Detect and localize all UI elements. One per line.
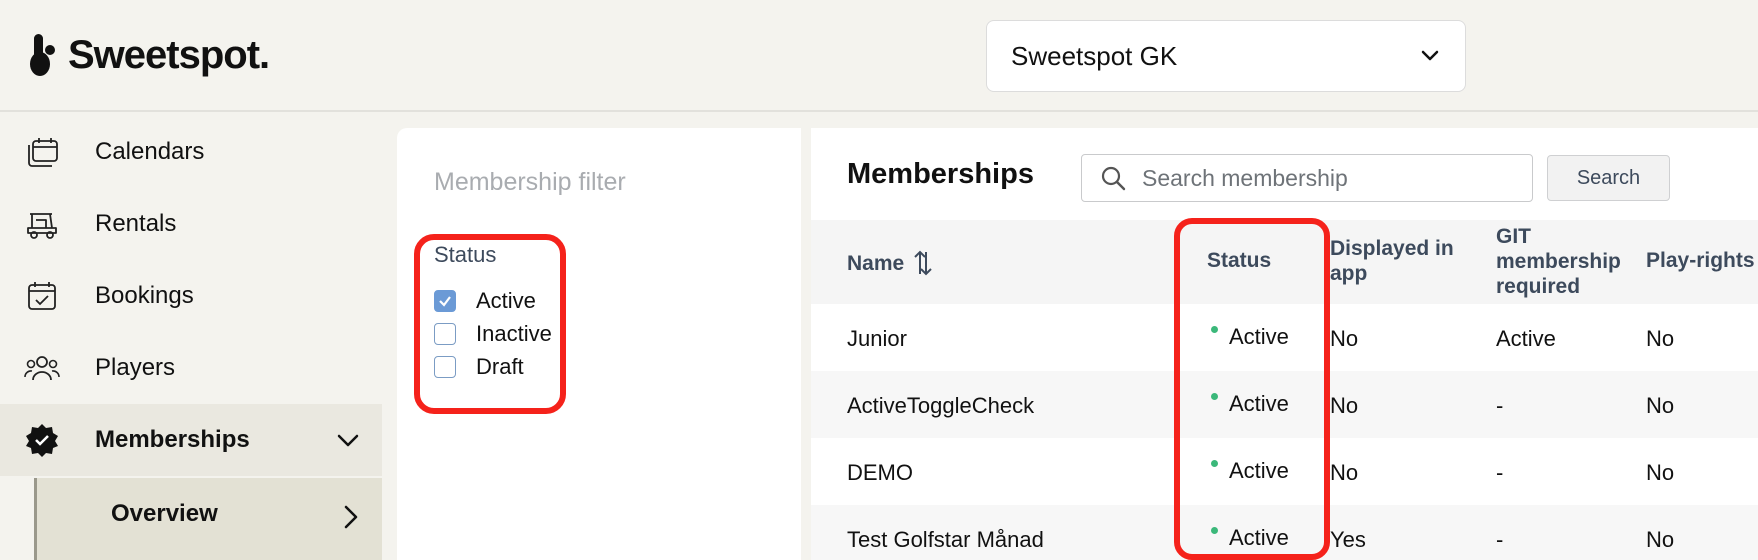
sidebar-item-label: Memberships <box>95 426 250 453</box>
users-icon <box>24 356 60 381</box>
sweetspot-logo[interactable]: Sweetspot. <box>28 32 270 78</box>
cell-play-rights: No <box>1646 326 1675 351</box>
header-line: required <box>1496 275 1581 298</box>
sidebar-item-bookings[interactable]: Bookings <box>0 260 382 332</box>
sidebar: Calendars Rentals Bookings Players Membe… <box>0 114 382 560</box>
column-displayed-header[interactable]: Displayed in app <box>1330 236 1454 286</box>
cell-play-rights: No <box>1646 460 1675 485</box>
chevron-right-icon <box>344 505 358 529</box>
badge-check-icon <box>26 424 58 457</box>
header-line: membership <box>1496 250 1621 273</box>
panel-divider <box>801 128 811 560</box>
sidebar-item-label: Bookings <box>95 282 194 309</box>
logo-text: Sweetspot. <box>68 32 270 77</box>
golf-cart-icon <box>27 213 57 239</box>
club-select-dropdown[interactable]: Sweetspot GK <box>986 20 1466 92</box>
status-filter-highlight <box>414 234 566 414</box>
cell-git: - <box>1496 393 1504 418</box>
cell-name: Test Golfstar Månad <box>847 527 1044 552</box>
cell-play-rights: No <box>1646 527 1675 552</box>
sweetspot-logo-icon <box>30 34 55 76</box>
sidebar-item-memberships[interactable]: Memberships <box>0 404 382 476</box>
calendar-check-icon <box>28 282 56 310</box>
cell-git: - <box>1496 527 1504 552</box>
column-play-rights-header[interactable]: Play-rights <box>1646 248 1755 273</box>
memberships-title: Memberships <box>847 158 1034 190</box>
cell-displayed: Yes <box>1330 527 1366 552</box>
header-line: Displayed in <box>1330 237 1454 260</box>
header-line: app <box>1330 262 1368 285</box>
top-header: Sweetspot. Sweetspot GK <box>0 0 1758 112</box>
cell-name: Junior <box>847 326 907 351</box>
cell-name: ActiveToggleCheck <box>847 393 1035 418</box>
club-select-value: Sweetspot GK <box>1011 40 1178 71</box>
search-icon <box>1101 166 1126 191</box>
sidebar-item-rentals[interactable]: Rentals <box>0 188 382 260</box>
sidebar-subitem-label: Overview <box>111 500 218 527</box>
cell-play-rights: No <box>1646 393 1675 418</box>
cell-displayed: No <box>1330 460 1359 485</box>
sidebar-subitem-overview[interactable]: Overview <box>34 478 382 560</box>
calendar-stack-icon <box>28 138 58 167</box>
chevron-down-icon <box>1421 50 1439 61</box>
cell-git: - <box>1496 460 1504 485</box>
cell-name: DEMO <box>847 460 913 485</box>
search-button[interactable]: Search <box>1547 155 1670 201</box>
cell-git: Active <box>1496 326 1556 351</box>
sidebar-item-calendars[interactable]: Calendars <box>0 116 382 188</box>
sort-icon[interactable] <box>912 248 934 278</box>
header-line: GIT <box>1496 225 1531 248</box>
search-input[interactable] <box>1142 164 1522 192</box>
column-git-header[interactable]: GIT membership required <box>1496 224 1621 299</box>
sidebar-item-players[interactable]: Players <box>0 332 382 404</box>
cell-displayed: No <box>1330 326 1359 351</box>
column-name-header[interactable]: Name <box>847 248 934 278</box>
cell-displayed: No <box>1330 393 1359 418</box>
search-field[interactable] <box>1081 154 1533 202</box>
sidebar-item-label: Calendars <box>95 138 205 165</box>
filter-title: Membership filter <box>434 168 626 196</box>
sidebar-item-label: Players <box>95 354 176 381</box>
status-column-highlight <box>1174 218 1330 560</box>
sidebar-item-label: Rentals <box>95 210 177 237</box>
chevron-down-icon[interactable] <box>336 428 360 452</box>
